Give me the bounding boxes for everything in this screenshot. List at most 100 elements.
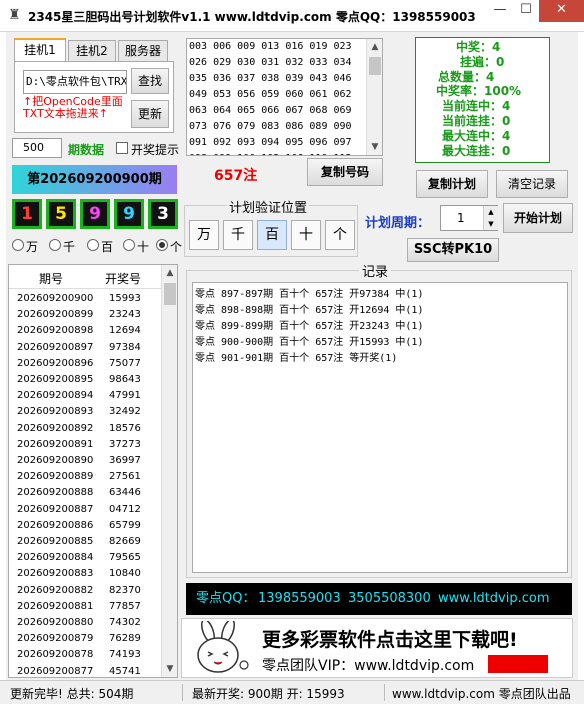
status-divider	[182, 684, 183, 701]
table-row[interactable]: 202609200897 97384	[9, 340, 161, 355]
window-frame-left	[0, 32, 6, 704]
position-radio[interactable]	[123, 239, 135, 251]
ad-subline[interactable]: 零点团队VIP：www.ldtdvip.com	[262, 655, 474, 675]
table-row[interactable]: 202609200884 79565	[9, 550, 161, 565]
tab-guaji1[interactable]: 挂机1	[14, 38, 66, 62]
position-radio-label: 百	[101, 240, 114, 254]
log-line: 零点 898-898期 百十个 657注 开12694 中(1)	[195, 305, 424, 316]
verify-position-button[interactable]: 十	[291, 220, 321, 250]
title-bar: ♜ 2345星三胆码出号计划软件v1.1 www.ldtdvip.com 零点Q…	[0, 0, 584, 32]
table-row[interactable]: 202609200890 36997	[9, 453, 161, 468]
table-row[interactable]: 202609200877 45741	[9, 664, 161, 677]
numbers-scrollbar[interactable]: ▲ ▼	[366, 39, 382, 155]
row-period: 202609200885	[17, 536, 94, 547]
stepper-up-icon[interactable]: ▲	[483, 206, 498, 218]
start-plan-button[interactable]: 开始计划	[503, 203, 573, 233]
row-period: 202609200886	[17, 519, 94, 531]
table-row[interactable]: 202609200886 65799	[9, 518, 161, 533]
plan-cycle-stepper[interactable]: 1 ▲ ▼	[440, 205, 498, 231]
row-number: 75077	[109, 357, 141, 369]
table-row[interactable]: 202609200893 32492	[9, 404, 161, 419]
row-period: 202609200877	[17, 665, 94, 677]
site-link[interactable]: www.ldtdvip.com	[438, 583, 550, 615]
table-row[interactable]: 202609200889 27561	[9, 469, 161, 484]
stepper-down-icon[interactable]: ▼	[483, 218, 498, 230]
contact-bar[interactable]: 零点QQ： 1398559003 3505508300 www.ldtdvip.…	[186, 583, 572, 615]
log-line: 零点 897-897期 百十个 657注 开97384 中(1)	[195, 289, 424, 300]
position-radio[interactable]	[12, 239, 24, 251]
ssc-to-pk10-button[interactable]: SSC转PK10	[407, 238, 499, 262]
verify-position-button[interactable]: 千	[223, 220, 253, 250]
table-row[interactable]: 202609200888 63446	[9, 485, 161, 500]
table-row[interactable]: 202609200895 98643	[9, 372, 161, 387]
draw-notify-checkbox[interactable]	[116, 142, 128, 154]
ad-headline[interactable]: 更多彩票软件点击这里下载吧!	[262, 625, 518, 652]
path-input[interactable]: D:\零点软件包\TRX	[23, 70, 127, 94]
history-header-period[interactable]: 期号	[39, 270, 63, 287]
log-line: 零点 901-901期 百十个 657注 等开奖(1)	[195, 353, 398, 364]
qq-number-1: 1398559003	[258, 591, 341, 606]
table-row[interactable]: 202609200881 77857	[9, 599, 161, 614]
table-row[interactable]: 202609200879 76289	[9, 631, 161, 646]
verify-position-button[interactable]: 百	[257, 220, 287, 250]
scroll-down-icon[interactable]: ▼	[162, 661, 177, 677]
close-button[interactable]: ✕	[539, 0, 584, 22]
table-row[interactable]: 202609200896 75077	[9, 356, 161, 371]
stat-line: 最大连挂：0	[442, 143, 511, 158]
row-number: 15993	[109, 293, 141, 304]
qq-number-2: 3505508300	[348, 591, 431, 606]
table-row[interactable]: 202609200898 12694	[9, 323, 161, 338]
draw-digit: 3	[148, 199, 178, 229]
scroll-thumb[interactable]	[369, 57, 381, 75]
row-period: 202609200878	[17, 649, 94, 661]
table-row[interactable]: 202609200880 74302	[9, 615, 161, 630]
status-left: 更新完毕! 总共: 504期	[10, 687, 134, 701]
download-ad-banner[interactable]: 更多彩票软件点击这里下载吧! 零点团队VIP：www.ldtdvip.com 零…	[181, 618, 573, 678]
tab-guaji2[interactable]: 挂机2	[68, 40, 116, 62]
period-count-input[interactable]: 500	[12, 138, 62, 158]
table-row[interactable]: 202609200878 74193	[9, 647, 161, 662]
scroll-up-icon[interactable]: ▲	[162, 265, 177, 281]
row-number: 74193	[109, 649, 141, 661]
minimize-button[interactable]: —	[487, 0, 513, 22]
table-row[interactable]: 202609200900 15993	[9, 291, 161, 306]
log-textbox[interactable]: 零点 897-897期 百十个 657注 开97384 中(1) 零点 898-8…	[192, 282, 568, 573]
table-row[interactable]: 202609200892 18576	[9, 421, 161, 436]
row-period: 202609200891	[17, 438, 94, 450]
verify-position-button[interactable]: 万	[189, 220, 219, 250]
table-row[interactable]: 202609200894 47991	[9, 388, 161, 403]
copy-plan-button[interactable]: 复制计划	[416, 170, 488, 198]
position-radio[interactable]	[49, 239, 61, 251]
window-title: 2345星三胆码出号计划软件v1.1 www.ldtdvip.com 零点QQ：…	[28, 10, 476, 24]
row-period: 202609200889	[17, 471, 94, 483]
row-number: 82370	[109, 584, 141, 596]
row-number: 37273	[109, 438, 141, 450]
status-right: www.ldtdvip.com 零点团队出品	[392, 687, 571, 701]
tab-server[interactable]: 服务器	[118, 40, 168, 62]
update-button[interactable]: 更新	[131, 100, 169, 128]
row-number: 45741	[109, 665, 141, 677]
find-button[interactable]: 查找	[131, 68, 169, 94]
position-radio[interactable]	[156, 239, 168, 251]
scroll-down-icon[interactable]: ▼	[367, 139, 382, 155]
clear-log-button[interactable]: 清空记录	[496, 170, 568, 198]
scroll-up-icon[interactable]: ▲	[367, 39, 382, 55]
row-number: 79565	[109, 552, 141, 564]
table-row[interactable]: 202609200882 82370	[9, 583, 161, 598]
table-row[interactable]: 202609200891 37273	[9, 437, 161, 452]
table-row[interactable]: 202609200885 82669	[9, 534, 161, 549]
copy-numbers-button[interactable]: 复制号码	[307, 158, 383, 186]
numbers-textbox[interactable]: 003 006 009 013 016 019 023 026 029 030 0…	[186, 38, 383, 156]
row-period: 202609200898	[17, 325, 94, 337]
maximize-button[interactable]: ☐	[513, 0, 539, 22]
table-row[interactable]: 202609200899 23243	[9, 307, 161, 322]
position-radio[interactable]	[87, 239, 99, 251]
verify-position-button[interactable]: 个	[325, 220, 355, 250]
table-row[interactable]: 202609200887 04712	[9, 502, 161, 517]
history-header-number[interactable]: 开奖号	[105, 270, 141, 287]
scroll-thumb[interactable]	[164, 283, 176, 305]
row-period: 202609200892	[17, 422, 94, 434]
history-scrollbar[interactable]: ▲ ▼	[161, 265, 177, 677]
table-row[interactable]: 202609200883 10840	[9, 566, 161, 581]
current-period-banner: 第202609200900期	[12, 165, 177, 194]
